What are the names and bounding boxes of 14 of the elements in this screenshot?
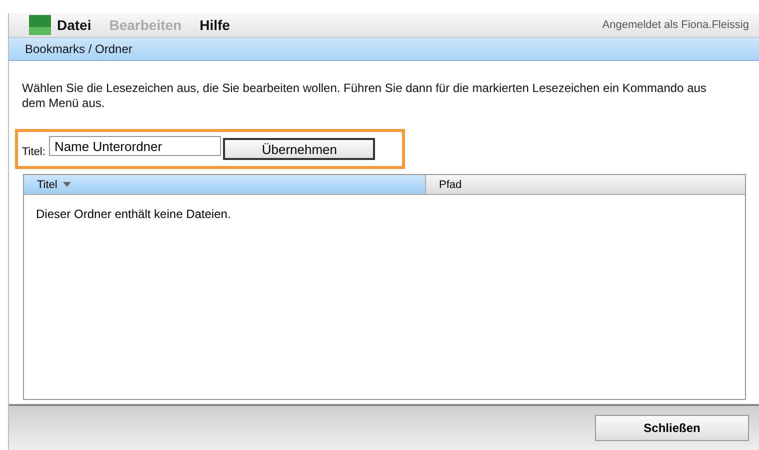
breadcrumb-bar: Bookmarks / Ordner — [9, 38, 759, 61]
menu-item[interactable]: Hilfe — [200, 17, 230, 33]
title-field[interactable]: Name Unterordner — [49, 136, 222, 156]
column-header[interactable]: Pfad — [426, 175, 745, 195]
instruction-text: Wählen Sie die Lesezeichen aus, die Sie bearbeiten wollen. Führen Sie dann für die markierten Lesezeichen ein Kommando aus dem Menü aus. — [22, 81, 708, 111]
apply-button[interactable]: Übernehmen — [223, 138, 376, 160]
logo-icon — [29, 15, 51, 35]
field-label: Titel: — [22, 146, 46, 158]
sort-icon — [63, 182, 72, 187]
empty-message: Dieser Ordner enthält keine Dateien. — [36, 207, 231, 221]
menu-item[interactable]: Datei — [57, 17, 92, 33]
close-button[interactable]: Schließen — [595, 415, 749, 441]
login-status: Angemeldet als Fiona.Fleissig — [602, 19, 749, 31]
column-header[interactable]: Titel — [24, 175, 426, 195]
